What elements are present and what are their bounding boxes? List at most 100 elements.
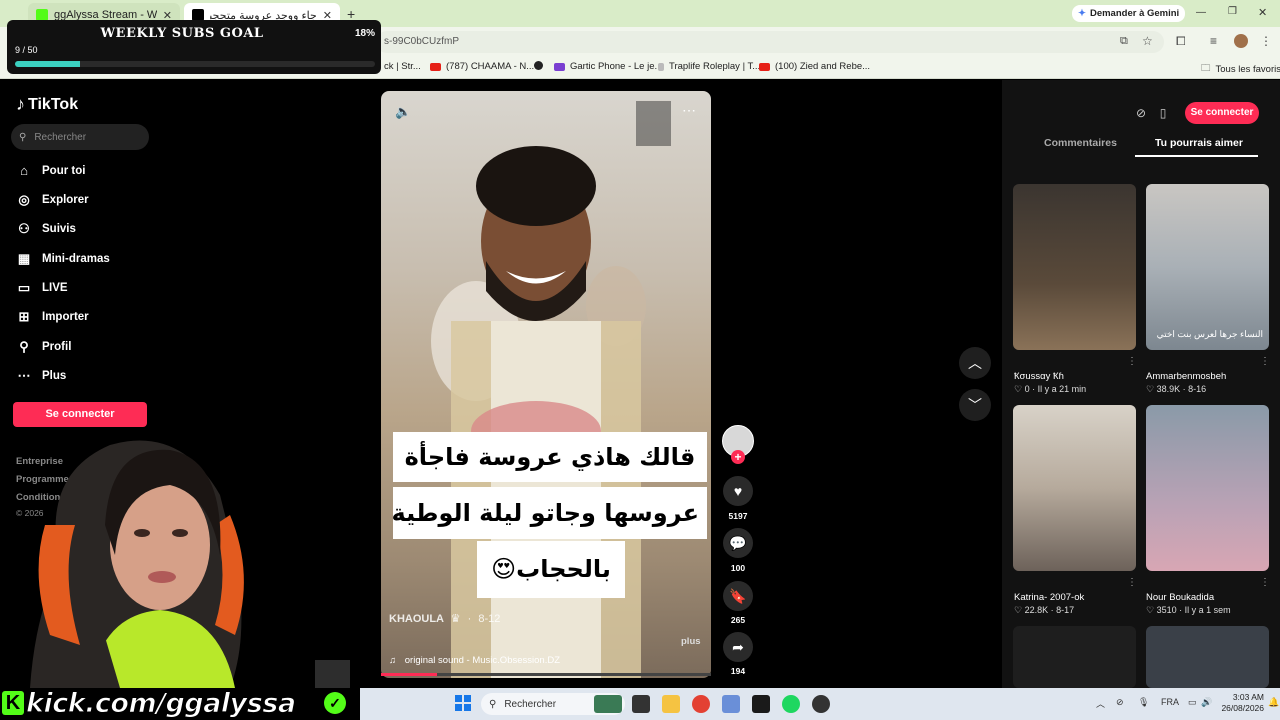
bookmark-icon: 🔖 <box>729 588 747 604</box>
more-icon: ⋯ <box>17 368 31 383</box>
app-icon[interactable] <box>722 695 740 713</box>
gemini-button[interactable]: ✦ Demander à Gemini <box>1072 5 1186 22</box>
caption-line: بالحجاب😍 <box>477 541 625 598</box>
obs-icon[interactable] <box>812 695 830 713</box>
video-options-icon[interactable]: ⋮ <box>1127 356 1137 367</box>
like-button[interactable]: ♥ <box>723 476 753 506</box>
spotify-icon[interactable] <box>782 695 800 713</box>
film-icon: ▦ <box>17 251 31 266</box>
file-explorer-icon[interactable] <box>662 695 680 713</box>
next-video-button[interactable]: ﹀ <box>959 389 991 421</box>
network-icon[interactable]: ▭ <box>1188 697 1197 708</box>
video-thumbnail[interactable] <box>1013 405 1136 571</box>
video-progress-bar[interactable] <box>381 673 711 676</box>
extensions-icon[interactable]: ⧠ <box>1176 34 1186 49</box>
video-thumbnail[interactable] <box>1013 626 1136 688</box>
bookmark-item[interactable]: ck | Str... <box>384 61 421 72</box>
window-close-icon[interactable]: ✕ <box>1258 6 1267 19</box>
browser-menu-icon[interactable]: ⋮ <box>1260 34 1272 48</box>
sidebar-item-profil[interactable]: ⚲ Profil <box>16 339 71 355</box>
tab-you-may-like[interactable]: Tu pourrais aimer <box>1155 137 1243 149</box>
folder-icon: 🗀 <box>1201 63 1211 74</box>
media-icon[interactable]: ≡ <box>1210 34 1217 48</box>
bookmark-item[interactable]: Gartic Phone - Le je... <box>554 61 662 72</box>
sidebar-item-suivis[interactable]: ⚇ Suivis <box>16 221 76 237</box>
heart-outline-icon: ♡ <box>1146 384 1157 394</box>
sidebar-item-importer[interactable]: ⊞ Importer <box>16 309 89 325</box>
video-thumbnail[interactable] <box>1013 184 1136 350</box>
task-view-icon[interactable] <box>632 695 650 713</box>
comment-count: 100 <box>730 563 746 573</box>
tray-app-icon[interactable]: ⊘ <box>1116 697 1124 708</box>
video-options-icon[interactable]: ⋮ <box>1260 577 1270 588</box>
video-more-icon[interactable]: ⋯ <box>682 102 696 119</box>
bookmark-item[interactable]: (787) CHAAMA - N... <box>430 61 534 72</box>
video-thumbnail[interactable] <box>1146 405 1269 571</box>
active-tab-indicator <box>1135 155 1258 157</box>
microphone-icon[interactable]: 🎙 <box>1138 697 1149 708</box>
chrome-icon[interactable] <box>692 695 710 713</box>
minimize-icon[interactable]: — <box>1196 7 1206 18</box>
heart-outline-icon: ♡ <box>1014 384 1025 394</box>
maximize-icon[interactable]: ❐ <box>1228 6 1237 17</box>
url-text: s-99C0bCUzfmP <box>384 36 460 47</box>
sidebar-item-pour-toi[interactable]: ⌂ Pour toi <box>16 163 85 179</box>
caption-more-link[interactable]: plus <box>681 636 701 647</box>
video-thumbnail[interactable] <box>1146 626 1269 688</box>
sidebar-item-live[interactable]: ▭ LIVE <box>16 280 68 296</box>
mute-icon[interactable]: 🔈 <box>395 104 411 120</box>
widgets-icon[interactable] <box>594 695 622 713</box>
globe-icon <box>534 61 543 70</box>
follow-button[interactable]: + <box>731 450 745 464</box>
previous-video-button[interactable]: ︿ <box>959 347 991 379</box>
sidebar-item-mini-dramas[interactable]: ▦ Mini-dramas <box>16 251 110 267</box>
video-creator-name[interactable]: Katrina- 2007-ok <box>1014 592 1084 603</box>
video-creator-name[interactable]: Ammarbenmosbeh <box>1146 371 1226 382</box>
sidebar-item-plus[interactable]: ⋯ Plus <box>16 368 67 384</box>
coins-icon[interactable]: ⊘ <box>1132 104 1150 122</box>
video-thumbnail[interactable]: النساء جرها لعرس بنت اختي <box>1146 184 1269 350</box>
tray-chevron-icon[interactable]: ︿ <box>1096 697 1105 710</box>
bookmark-item[interactable]: Traplife Roleplay | T... <box>658 61 760 72</box>
phone-icon[interactable]: ▯ <box>1154 104 1172 122</box>
notification-icon[interactable]: 🔔 <box>1268 697 1279 708</box>
upload-icon: ⊞ <box>18 309 30 324</box>
bookmark-item[interactable] <box>534 61 548 70</box>
bookmark-item[interactable]: (100) Zied and Rebe... <box>759 61 870 72</box>
share-button[interactable]: ➦ <box>723 632 753 662</box>
terminal-icon[interactable] <box>752 695 770 713</box>
video-creator-name[interactable]: Nour Boukadida <box>1146 592 1214 603</box>
bookmark-star-icon[interactable]: ☆ <box>1142 34 1153 48</box>
video-creator-name[interactable]: Ҟσuѕѕαу Ҟɦ <box>1014 371 1064 382</box>
video-author[interactable]: KHAOULA ♛ · 8-12 <box>389 612 500 625</box>
all-bookmarks[interactable]: 🗀 Tous les favoris <box>1201 61 1280 77</box>
kick-logo-icon: K <box>2 691 24 715</box>
tab-comments[interactable]: Commentaires <box>1044 137 1117 149</box>
page-icon <box>658 62 664 71</box>
video-caption: قالك هاذي عروسة فاجأة عروسها وجاتو ليلة … <box>392 432 707 598</box>
profile-avatar[interactable] <box>1234 34 1248 48</box>
video-meta: ♡ 22.8K · 8-17 <box>1014 605 1075 615</box>
streamer-webcam <box>30 440 350 688</box>
video-options-icon[interactable]: ⋮ <box>1260 356 1270 367</box>
search-input[interactable]: ⚲ Rechercher <box>11 124 149 150</box>
video-meta: ♡ 3510 · Il y a 1 sem <box>1146 605 1231 615</box>
caption-line: قالك هاذي عروسة فاجأة <box>393 432 707 482</box>
right-login-button[interactable]: Se connecter <box>1185 102 1259 124</box>
video-sound[interactable]: ♫ original sound - Music.Obsession.DZ <box>389 655 560 666</box>
verified-badge-icon: ✓ <box>324 692 346 714</box>
language-indicator[interactable]: FRA <box>1161 697 1179 707</box>
share-icon: ➦ <box>732 639 744 655</box>
tiktok-logo[interactable]: ♪ TikTok <box>16 94 78 115</box>
caption-line: عروسها وجاتو ليلة الوطية <box>392 487 707 539</box>
windows-start-icon[interactable] <box>455 695 471 711</box>
install-icon[interactable]: ⧉ <box>1120 35 1128 48</box>
author-name: KHAOULA <box>389 613 444 625</box>
comment-button[interactable]: 💬 <box>723 528 753 558</box>
save-button[interactable]: 🔖 <box>723 581 753 611</box>
sidebar-item-explorer[interactable]: ◎ Explorer <box>16 192 88 208</box>
video-options-icon[interactable]: ⋮ <box>1127 577 1137 588</box>
address-bar[interactable]: s-99C0bCUzfmP <box>376 31 1164 53</box>
user-follow-icon: ⚇ <box>18 221 30 236</box>
taskbar-clock[interactable]: 3:03 AM 26/08/2026 <box>1206 692 1264 714</box>
